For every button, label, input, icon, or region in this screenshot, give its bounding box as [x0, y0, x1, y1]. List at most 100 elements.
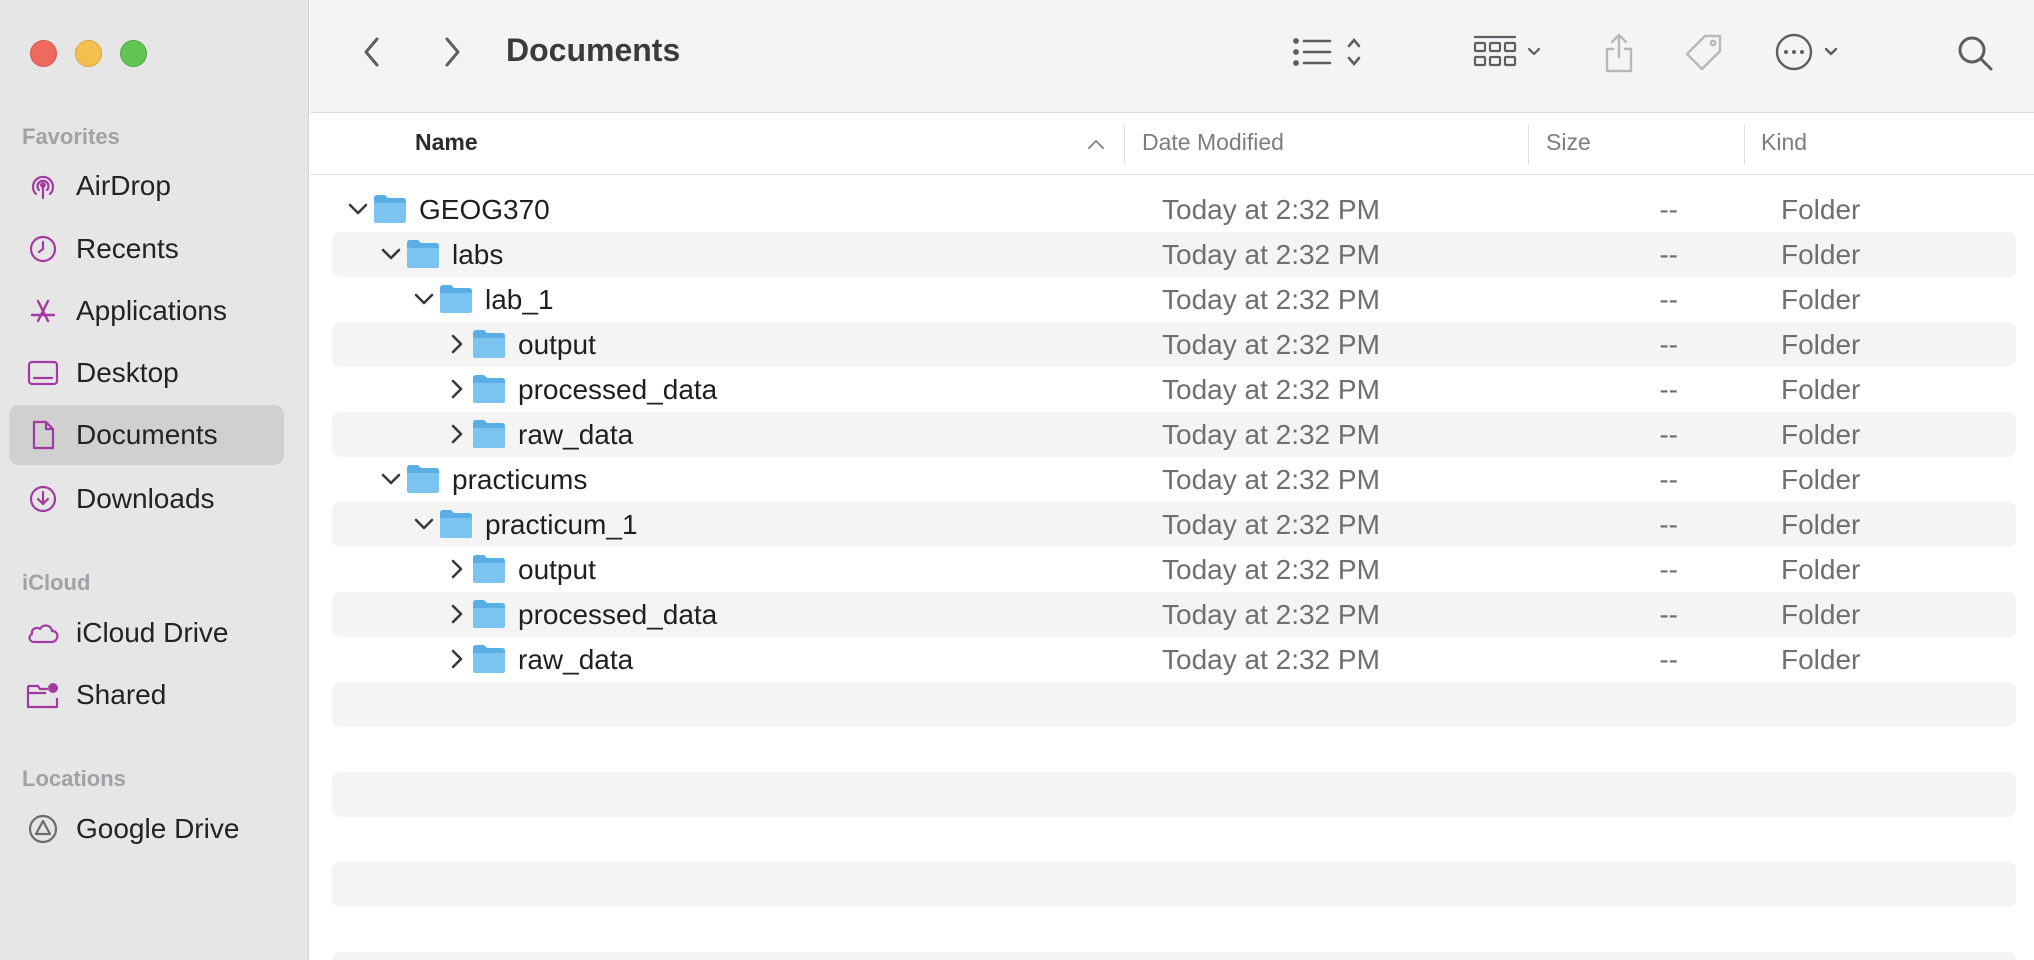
- row-kind: Folder: [1781, 329, 1861, 360]
- column-header-name[interactable]: Name: [415, 129, 478, 156]
- more-actions-icon: [1775, 33, 1838, 71]
- sidebar-item-google-drive[interactable]: Google Drive: [9, 799, 284, 859]
- row-kind: Folder: [1781, 239, 1861, 270]
- row-kind: Folder: [1781, 464, 1861, 495]
- table-row[interactable]: labs Today at 2:32 PM -- Folder: [332, 232, 2016, 277]
- sidebar-item-icloud-drive[interactable]: iCloud Drive: [9, 603, 284, 663]
- row-size: --: [1659, 329, 1678, 360]
- chevron-right-icon[interactable]: [444, 420, 470, 448]
- column-header-date-modified[interactable]: Date Modified: [1142, 129, 1284, 156]
- table-row[interactable]: processed_data Today at 2:32 PM -- Folde…: [332, 592, 2016, 637]
- chevron-right-icon[interactable]: [444, 330, 470, 358]
- chevron-down-icon[interactable]: [411, 510, 437, 538]
- chevron-right-icon[interactable]: [444, 645, 470, 673]
- toolbar: Documents: [310, 0, 2034, 113]
- row-size: --: [1659, 644, 1678, 675]
- sidebar: Favorites AirDrop Recents Applications D…: [0, 0, 309, 960]
- tag-icon: [1685, 34, 1722, 71]
- sidebar-item-label: Google Drive: [76, 813, 240, 844]
- view-options-button[interactable]: [1285, 30, 1375, 74]
- sidebar-item-documents[interactable]: Documents: [9, 405, 284, 465]
- more-actions-button[interactable]: [1770, 30, 1850, 74]
- sidebar-item-downloads[interactable]: Downloads: [9, 469, 284, 529]
- search-icon: [1958, 36, 1993, 71]
- shared-folder-icon: [26, 678, 60, 712]
- list-view-icon: [1293, 37, 1361, 67]
- minimize-window-button[interactable]: [75, 40, 102, 67]
- back-button[interactable]: [352, 30, 392, 74]
- table-row[interactable]: lab_1 Today at 2:32 PM -- Folder: [332, 277, 2016, 322]
- sidebar-item-label: AirDrop: [76, 170, 171, 201]
- chevron-down-icon[interactable]: [411, 285, 437, 313]
- back-icon: [364, 37, 379, 67]
- column-header-kind[interactable]: Kind: [1761, 129, 1807, 156]
- row-name: processed_data: [518, 374, 718, 405]
- group-button[interactable]: [1470, 30, 1550, 74]
- column-divider[interactable]: [1528, 125, 1529, 165]
- row-kind: Folder: [1781, 419, 1861, 450]
- table-row[interactable]: GEOG370 Today at 2:32 PM -- Folder: [332, 187, 2016, 232]
- row-name: labs: [452, 239, 504, 270]
- table-row[interactable]: raw_data Today at 2:32 PM -- Folder: [332, 412, 2016, 457]
- column-divider[interactable]: [1744, 125, 1745, 165]
- column-divider[interactable]: [1124, 125, 1125, 165]
- row-size: --: [1659, 554, 1678, 585]
- row-size: --: [1659, 374, 1678, 405]
- sidebar-item-airdrop[interactable]: AirDrop: [9, 156, 284, 216]
- sidebar-section-icloud: iCloud: [22, 570, 91, 595]
- row-kind: Folder: [1781, 284, 1861, 315]
- row-date: Today at 2:32 PM: [1162, 419, 1380, 450]
- row-size: --: [1659, 509, 1678, 540]
- chevron-down-icon[interactable]: [378, 465, 404, 493]
- row-size: --: [1659, 239, 1678, 270]
- table-row[interactable]: output Today at 2:32 PM -- Folder: [332, 322, 2016, 367]
- table-row[interactable]: processed_data Today at 2:32 PM -- Folde…: [332, 367, 2016, 412]
- desktop-icon: [26, 356, 60, 390]
- empty-row: [332, 862, 2016, 907]
- folder-icon: [471, 553, 507, 585]
- table-row[interactable]: practicums Today at 2:32 PM -- Folder: [332, 457, 2016, 502]
- sort-ascending-icon: [1088, 140, 1104, 149]
- chevron-down-icon[interactable]: [345, 195, 371, 223]
- share-button[interactable]: [1595, 28, 1643, 78]
- tag-button[interactable]: [1680, 28, 1728, 78]
- row-date: Today at 2:32 PM: [1162, 284, 1380, 315]
- close-window-button[interactable]: [30, 40, 57, 67]
- chevron-right-icon[interactable]: [444, 600, 470, 628]
- row-date: Today at 2:32 PM: [1162, 644, 1380, 675]
- row-name: GEOG370: [419, 194, 550, 225]
- chevron-right-icon[interactable]: [444, 375, 470, 403]
- sidebar-item-shared[interactable]: Shared: [9, 665, 284, 725]
- window-controls: [30, 40, 147, 67]
- document-icon: [26, 418, 60, 452]
- row-size: --: [1659, 464, 1678, 495]
- sidebar-item-recents[interactable]: Recents: [9, 219, 284, 279]
- sidebar-section-favorites: Favorites: [22, 124, 120, 149]
- row-kind: Folder: [1781, 374, 1861, 405]
- sidebar-item-applications[interactable]: Applications: [9, 281, 284, 341]
- zoom-window-button[interactable]: [120, 40, 147, 67]
- table-row[interactable]: raw_data Today at 2:32 PM -- Folder: [332, 637, 2016, 682]
- row-name: practicum_1: [485, 509, 638, 540]
- sidebar-item-desktop[interactable]: Desktop: [9, 343, 284, 403]
- airdrop-icon: [26, 169, 60, 203]
- empty-row: [332, 952, 2016, 960]
- folder-icon: [471, 373, 507, 405]
- table-row[interactable]: output Today at 2:32 PM -- Folder: [332, 547, 2016, 592]
- row-date: Today at 2:32 PM: [1162, 374, 1380, 405]
- search-button[interactable]: [1950, 28, 2000, 78]
- sidebar-item-label: Applications: [76, 295, 227, 326]
- row-size: --: [1659, 419, 1678, 450]
- table-row[interactable]: practicum_1 Today at 2:32 PM -- Folder: [332, 502, 2016, 547]
- chevron-right-icon[interactable]: [444, 555, 470, 583]
- sidebar-item-label: Documents: [76, 419, 218, 450]
- row-date: Today at 2:32 PM: [1162, 329, 1380, 360]
- row-name: lab_1: [485, 284, 554, 315]
- sidebar-item-label: Shared: [76, 679, 167, 710]
- sidebar-item-label: Desktop: [76, 357, 179, 388]
- row-kind: Folder: [1781, 599, 1861, 630]
- column-header-size[interactable]: Size: [1546, 129, 1591, 156]
- share-icon: [1605, 33, 1633, 73]
- chevron-down-icon[interactable]: [378, 240, 404, 268]
- forward-button[interactable]: [432, 30, 472, 74]
